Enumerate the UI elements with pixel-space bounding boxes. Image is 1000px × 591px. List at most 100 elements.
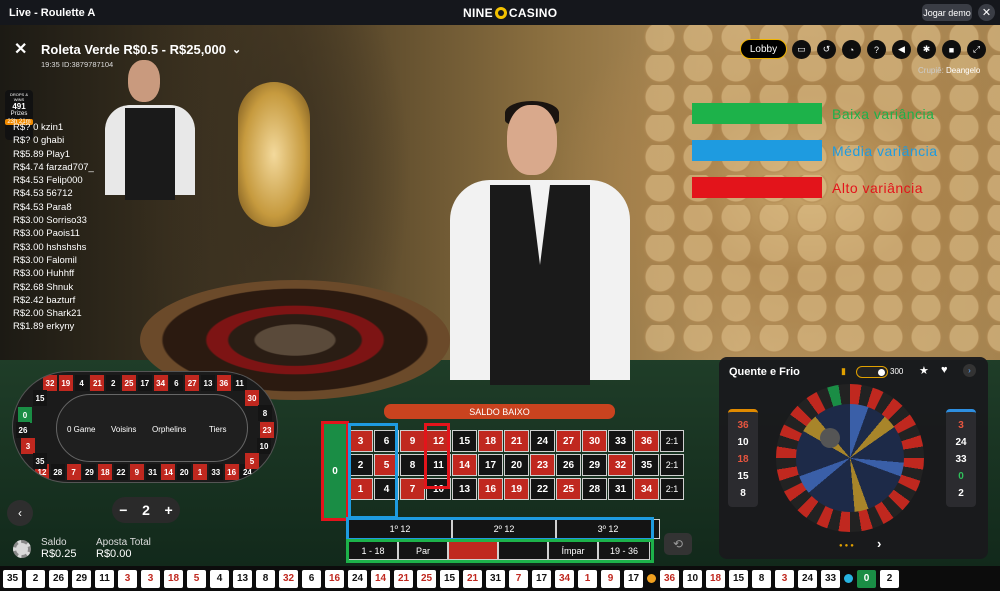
racetrack-number[interactable]: 27 (185, 375, 200, 391)
column-bet-3[interactable]: 2:1 (660, 478, 684, 500)
bet-cell-25[interactable]: 25 (556, 478, 581, 500)
racetrack-number[interactable]: 4 (74, 375, 89, 391)
racetrack-number[interactable]: 18 (98, 464, 113, 480)
game-title[interactable]: Roleta Verde R$0.5 - R$25,000 ⌄ (41, 42, 241, 57)
bet-cell-19[interactable]: 19 (504, 478, 529, 500)
total-bet-label: Aposta Total (96, 537, 151, 548)
bet-cell-34[interactable]: 34 (634, 478, 659, 500)
racetrack-number[interactable]: 23 (260, 422, 274, 438)
racetrack-number[interactable]: 17 (137, 375, 152, 391)
chevron-right-icon[interactable]: › (877, 536, 881, 551)
racetrack-number[interactable]: 7 (66, 464, 81, 480)
total-bet-value: R$0.00 (96, 548, 132, 560)
racetrack-number[interactable]: 33 (208, 464, 223, 480)
star-icon[interactable]: ★ (919, 364, 929, 377)
chat-icon[interactable]: ▭ (792, 40, 811, 59)
heart-icon[interactable]: ♥ (941, 364, 948, 376)
chip-stepper[interactable]: − 2 + (112, 497, 180, 523)
bet-cell-21[interactable]: 21 (504, 430, 529, 452)
racetrack-number[interactable]: 14 (161, 464, 176, 480)
column-bet-2[interactable]: 2:1 (660, 454, 684, 476)
bet-cell-35[interactable]: 35 (634, 454, 659, 476)
camera-icon[interactable]: ■ (942, 40, 961, 59)
plus-button[interactable]: + (165, 502, 173, 518)
winner-row: R$3.00 Sorriso33 (13, 215, 87, 227)
bet-cell-7[interactable]: 7 (400, 478, 425, 500)
history-result: 15 (440, 569, 459, 588)
fullscreen-icon[interactable]: ⤢ (967, 40, 986, 59)
next-panel-icon[interactable]: › (963, 364, 976, 377)
winner-row: R$4.53 Para8 (13, 201, 72, 213)
racetrack-number[interactable]: 25 (122, 375, 136, 391)
bet-cell-16[interactable]: 16 (478, 478, 503, 500)
racetrack-number[interactable]: 31 (145, 464, 160, 480)
bet-cell-20[interactable]: 20 (504, 454, 529, 476)
bet-cell-17[interactable]: 17 (478, 454, 503, 476)
history-result: 3 (775, 569, 794, 588)
spin-count-toggle[interactable] (856, 366, 888, 378)
racetrack-number[interactable]: 30 (245, 390, 259, 406)
voisins-bet[interactable]: Voisins (111, 425, 136, 434)
racetrack-number[interactable]: 28 (50, 464, 65, 480)
winner-row: R$5.89 Play1 (13, 148, 71, 160)
racetrack-number[interactable]: 9 (129, 464, 144, 480)
timer-icon[interactable]: ◔ (842, 40, 861, 59)
racetrack-number[interactable]: 19 (58, 375, 73, 391)
bet-cell-18[interactable]: 18 (478, 430, 503, 452)
back-arrow-icon[interactable]: ‹ (7, 500, 33, 526)
play-demo-button[interactable]: Jogar demo (922, 4, 972, 21)
racetrack-number[interactable]: 6 (169, 375, 184, 391)
racetrack-number[interactable]: 34 (153, 375, 168, 391)
racetrack-number[interactable]: 29 (82, 464, 97, 480)
settings-icon[interactable]: ✱ (917, 40, 936, 59)
bet-cell-26[interactable]: 26 (556, 454, 581, 476)
bet-cell-22[interactable]: 22 (530, 478, 555, 500)
orphelins-bet[interactable]: Orphelins (152, 425, 186, 434)
racetrack-number[interactable]: 36 (216, 375, 231, 391)
volume-icon[interactable]: ◀ (892, 40, 911, 59)
racetrack-number[interactable]: 13 (201, 375, 215, 391)
bet-cell-23[interactable]: 23 (530, 454, 555, 476)
racetrack-number[interactable]: 32 (43, 375, 57, 391)
racetrack-number[interactable]: 16 (224, 464, 239, 480)
history-icon[interactable]: ↺ (817, 40, 836, 59)
racetrack-number[interactable]: 11 (232, 375, 247, 391)
tiers-bet[interactable]: Tiers (209, 425, 226, 434)
racetrack-number[interactable]: 8 (258, 405, 272, 421)
racetrack-number[interactable]: 26 (16, 422, 30, 438)
bet-cell-36[interactable]: 36 (634, 430, 659, 452)
column-bet-1[interactable]: 2:1 (660, 430, 684, 452)
bet-cell-9[interactable]: 9 (400, 430, 425, 452)
racetrack-number[interactable]: 35 (33, 453, 47, 469)
bet-cell-33[interactable]: 33 (608, 430, 633, 452)
bet-cell-8[interactable]: 8 (400, 454, 425, 476)
racetrack-number[interactable]: 5 (245, 453, 259, 469)
zero-game-bet[interactable]: 0 Game (67, 425, 95, 434)
racetrack-number[interactable]: 21 (90, 375, 105, 391)
racetrack-number[interactable]: 15 (33, 390, 47, 406)
racetrack-number[interactable]: 10 (257, 438, 271, 454)
racetrack-number[interactable]: 2 (106, 375, 121, 391)
racetrack[interactable]: 0 Game Voisins Orphelins Tiers 32 19 4 21 2 2… (12, 371, 278, 483)
bet-cell-29[interactable]: 29 (582, 454, 607, 476)
racetrack-number[interactable]: 0 (18, 407, 32, 423)
bet-cell-27[interactable]: 27 (556, 430, 581, 452)
lobby-button[interactable]: Lobby (740, 39, 787, 59)
racetrack-number[interactable]: 3 (21, 438, 35, 454)
bet-cell-24[interactable]: 24 (530, 430, 555, 452)
bet-cell-13[interactable]: 13 (452, 478, 477, 500)
bet-cell-32[interactable]: 32 (608, 454, 633, 476)
minus-button[interactable]: − (119, 502, 127, 518)
bet-cell-28[interactable]: 28 (582, 478, 607, 500)
bet-cell-15[interactable]: 15 (452, 430, 477, 452)
racetrack-number[interactable]: 20 (177, 464, 192, 480)
racetrack-number[interactable]: 1 (193, 464, 207, 480)
undo-icon[interactable]: ⟲ (664, 533, 692, 555)
bet-cell-14[interactable]: 14 (452, 454, 477, 476)
bet-cell-31[interactable]: 31 (608, 478, 633, 500)
close-window-button[interactable]: ✕ (978, 4, 995, 21)
bet-cell-30[interactable]: 30 (582, 430, 607, 452)
racetrack-number[interactable]: 22 (114, 464, 128, 480)
close-game-icon[interactable]: ✕ (14, 39, 27, 59)
help-icon[interactable]: ? (867, 40, 886, 59)
